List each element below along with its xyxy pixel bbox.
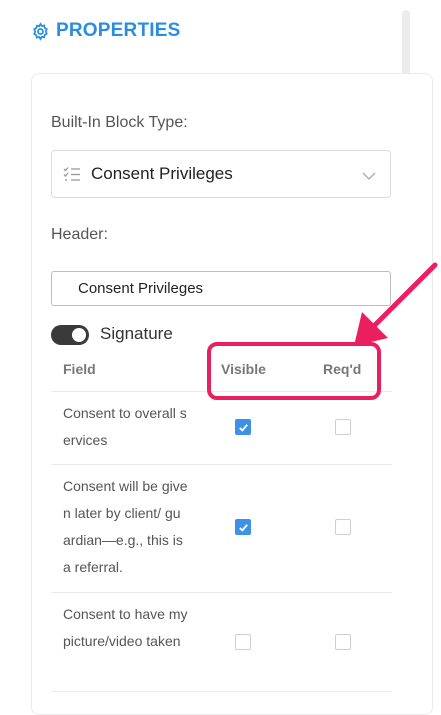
field-label-picture-video: Consent to have my picture/video taken: [63, 606, 188, 649]
visible-checkbox-row-1[interactable]: [235, 419, 251, 435]
divider: [51, 464, 392, 465]
gear-icon: [31, 21, 50, 41]
visible-checkbox-row-3[interactable]: [235, 634, 251, 650]
divider: [51, 691, 392, 692]
block-type-value: Consent Privileges: [91, 164, 233, 183]
signature-label: Signature: [100, 324, 173, 343]
annotation-arrow-icon: [354, 262, 438, 346]
field-label-overall-services: Consent to overall services: [63, 405, 187, 448]
required-checkbox-row-1[interactable]: [335, 419, 351, 435]
signature-toggle[interactable]: [51, 325, 89, 345]
header-label: Header:: [51, 226, 108, 243]
divider: [51, 592, 392, 593]
required-checkbox-row-3[interactable]: [335, 634, 351, 650]
panel-header: PROPERTIES: [31, 20, 180, 42]
toggle-knob: [72, 328, 86, 342]
block-type-label: Built-In Block Type:: [51, 114, 188, 131]
required-checkbox-row-2[interactable]: [335, 519, 351, 535]
block-type-select[interactable]: Consent Privileges: [51, 150, 391, 198]
list-icon: [63, 166, 81, 182]
visible-checkbox-row-2[interactable]: [235, 519, 251, 535]
column-header-field: Field: [63, 361, 96, 377]
field-label-consent-later: Consent will be given later by client/ g…: [63, 478, 188, 575]
chevron-down-icon: [362, 168, 376, 186]
panel-title: PROPERTIES: [56, 20, 181, 41]
